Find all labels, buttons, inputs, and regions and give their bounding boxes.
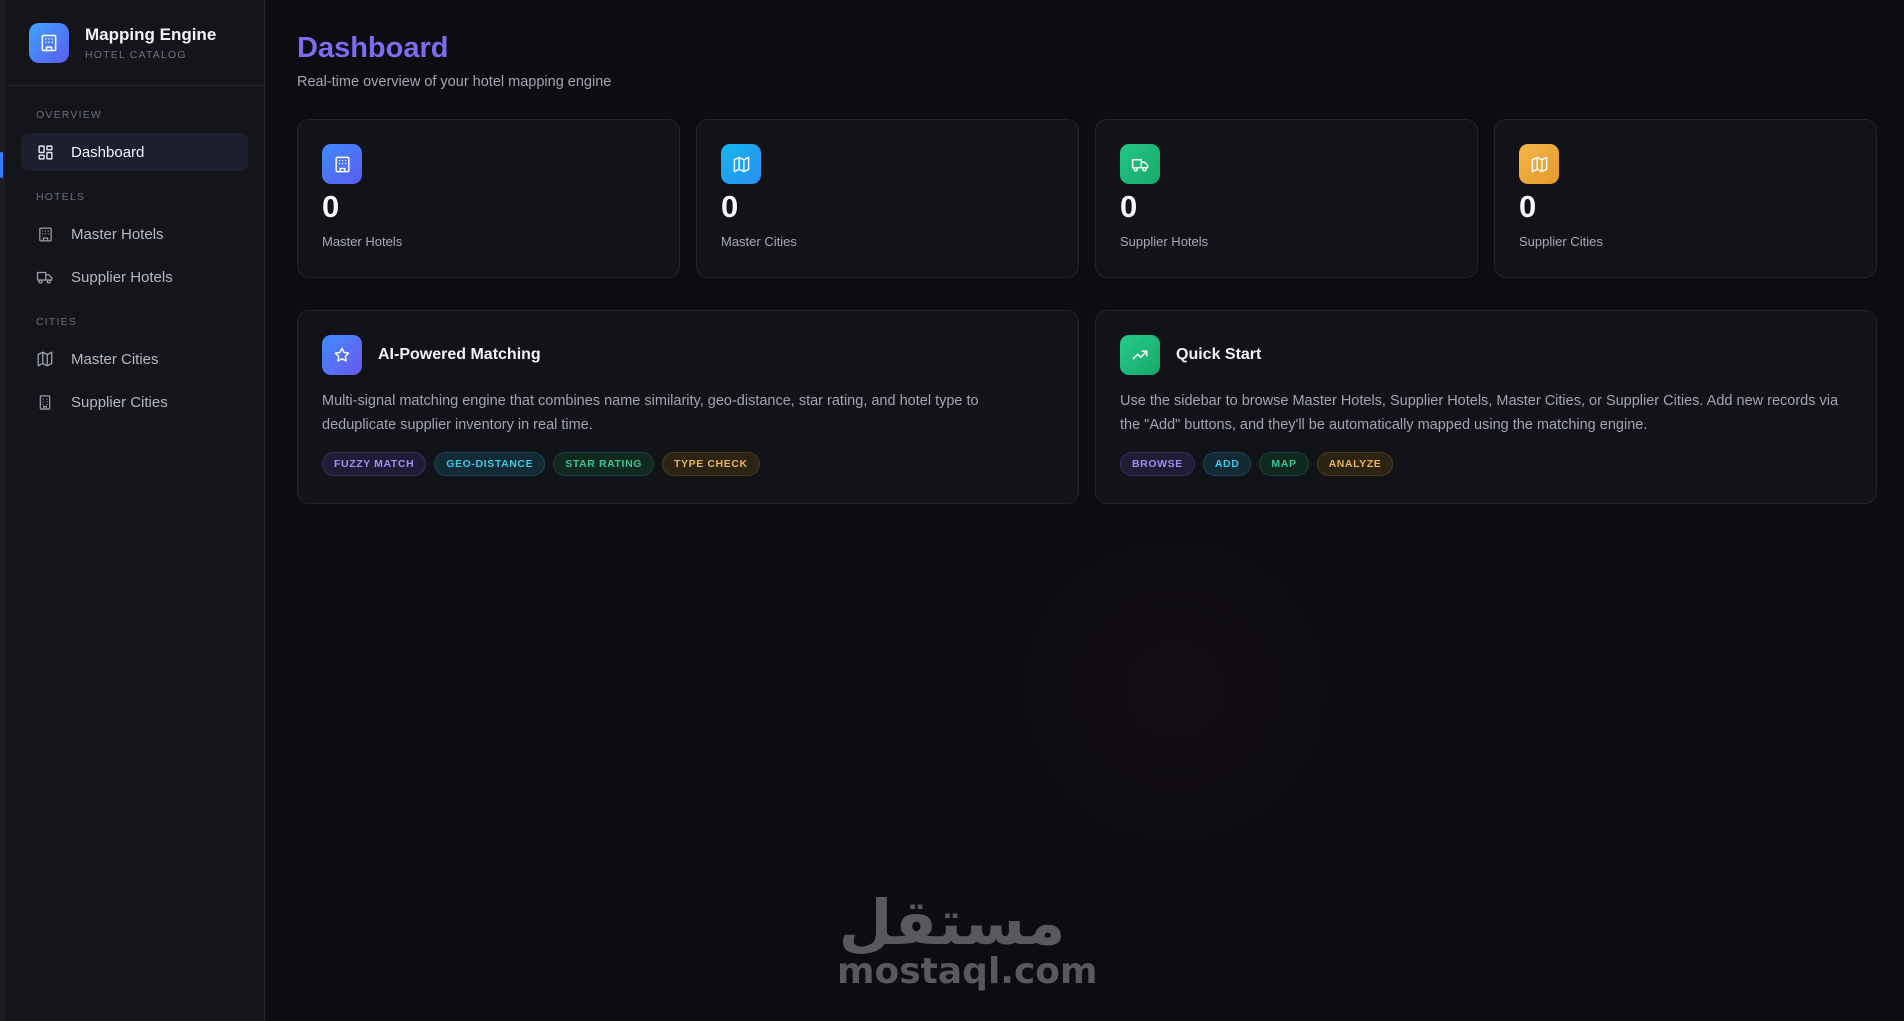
stat-value: 0 [1120,189,1138,224]
tag-geo-distance: GEO-DISTANCE [434,452,546,476]
stat-card-supplier-cities[interactable]: 0 Supplier Cities [1494,119,1877,278]
feature-description: Use the sidebar to browse Master Hotels,… [1120,393,1839,433]
city-building-icon [36,393,54,411]
tag-star-rating: STAR RATING [553,452,655,476]
map-icon [1519,144,1559,184]
map-icon [36,350,54,368]
stat-card-master-hotels[interactable]: 0 Master Hotels [297,119,680,278]
watermark: مستقل mostaql.com [837,886,1098,992]
trending-up-icon [1120,335,1160,375]
star-icon [322,335,362,375]
nav-section-overview: OVERVIEW [36,109,103,121]
tag-type-check: TYPE CHECK [662,452,760,476]
page-title: Dashboard [297,32,449,64]
feature-title: AI-Powered Matching [378,346,541,363]
watermark-arabic: مستقل [838,886,1066,959]
sidebar-item-supplier-hotels[interactable]: Supplier Hotels [21,258,248,296]
brand-title: Mapping Engine [85,24,217,44]
stat-card-supplier-hotels[interactable]: 0 Supplier Hotels [1095,119,1478,278]
tag-analyze: ANALYZE [1316,452,1394,476]
stat-label: Master Hotels [322,234,403,249]
features-row: AI-Powered Matching Multi-signal matchin… [297,310,1877,504]
building-icon [322,144,362,184]
sidebar-item-label: Supplier Cities [71,393,168,411]
sidebar-item-dashboard[interactable]: Dashboard [21,133,248,171]
feature-description: Multi-signal matching engine that combin… [322,393,979,433]
tag-list: FUZZY MATCH GEO-DISTANCE STAR RATING TYP… [322,452,1054,476]
building-icon [29,22,69,63]
stat-label: Supplier Hotels [1120,234,1209,249]
feature-title: Quick Start [1176,346,1262,363]
brand[interactable]: Mapping Engine HOTEL CATALOG [5,0,264,86]
tag-map: MAP [1259,452,1309,476]
feature-card-quick-start: Quick Start Use the sidebar to browse Ma… [1095,310,1877,504]
sidebar-item-label: Supplier Hotels [71,268,173,286]
main-content: Dashboard Real-time overview of your hot… [265,0,1904,1021]
sidebar: Mapping Engine HOTEL CATALOG OVERVIEW Da… [0,0,265,1021]
stat-label: Master Cities [721,234,797,249]
brand-subtitle: HOTEL CATALOG [85,48,187,61]
sidebar-item-label: Master Cities [71,350,159,368]
stat-value: 0 [322,189,340,224]
sidebar-item-label: Dashboard [71,143,145,161]
tag-add: ADD [1202,452,1252,476]
tag-list: BROWSE ADD MAP ANALYZE [1120,452,1852,476]
stats-row: 0 Master Hotels 0 Master Cities 0 Suppli… [297,119,1877,278]
stat-card-master-cities[interactable]: 0 Master Cities [696,119,1079,278]
stat-value: 0 [721,189,739,224]
dashboard-grid-icon [36,143,54,161]
page-subtitle: Real-time overview of your hotel mapping… [297,74,612,90]
truck-icon [1120,144,1160,184]
background-glow [965,480,1385,900]
app-root: Mapping Engine HOTEL CATALOG OVERVIEW Da… [0,0,1904,1021]
tag-browse: BROWSE [1120,452,1195,476]
building-icon [36,225,54,243]
sidebar-item-supplier-cities[interactable]: Supplier Cities [21,383,248,421]
stat-value: 0 [1519,189,1537,224]
watermark-latin: mostaql.com [837,951,1098,992]
feature-card-ai-matching: AI-Powered Matching Multi-signal matchin… [297,310,1079,504]
sidebar-item-label: Master Hotels [71,225,164,243]
sidebar-item-master-cities[interactable]: Master Cities [21,340,248,378]
map-icon [721,144,761,184]
active-nav-indicator [0,152,3,178]
sidebar-item-master-hotels[interactable]: Master Hotels [21,215,248,253]
truck-icon [36,268,54,286]
nav-section-hotels: HOTELS [36,191,86,203]
nav-section-cities: CITIES [36,316,78,328]
sidebar-nav: OVERVIEW Dashboard HOTELS Master Hotels [5,86,264,421]
stat-label: Supplier Cities [1519,234,1603,249]
tag-fuzzy-match: FUZZY MATCH [322,452,427,476]
